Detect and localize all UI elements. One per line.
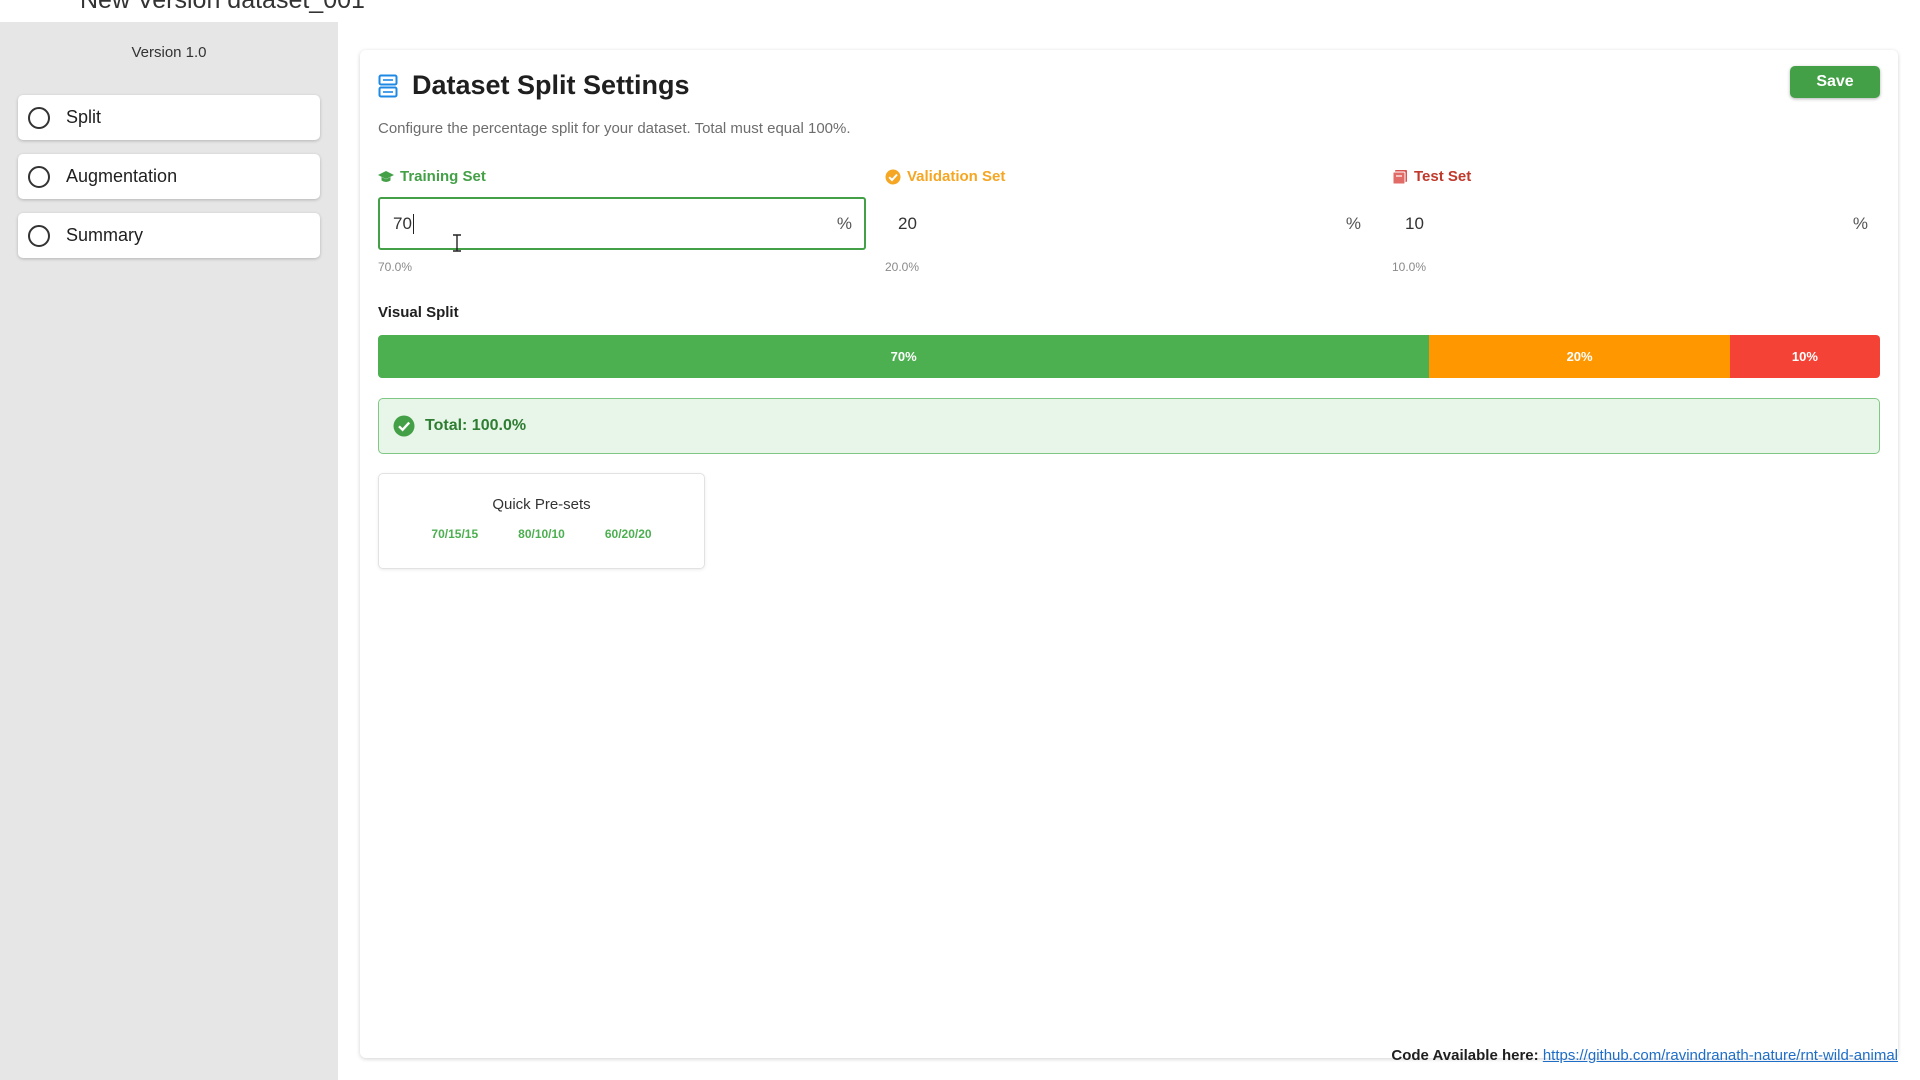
test-set-label: Test Set — [1392, 168, 1880, 185]
footer-label: Code Available here: — [1391, 1047, 1539, 1064]
training-set-hint: 70.0% — [378, 260, 413, 274]
test-set-field: Test Set 10 % 10.0% — [1392, 168, 1880, 274]
check-circle-icon — [393, 415, 415, 437]
sidebar-item-label: Augmentation — [66, 166, 178, 186]
quick-presets: Quick Pre-sets 70/15/15 80/10/10 60/20/2… — [378, 473, 705, 569]
field-label-text: Test Set — [1414, 168, 1472, 185]
training-set-label: Training Set — [378, 168, 866, 185]
sidebar-item-label: Split — [66, 107, 102, 127]
card-header: Dataset Split Settings — [378, 70, 690, 101]
save-button[interactable]: Save — [1790, 66, 1880, 98]
input-value: 10 — [1405, 213, 1424, 233]
window-title: New Version dataset_001 — [80, 0, 365, 14]
field-label-text: Training Set — [400, 168, 486, 185]
radio-icon[interactable] — [28, 106, 50, 129]
validation-set-field: Validation Set 20 % 20.0% — [885, 168, 1373, 274]
code-link[interactable]: https://github.com/ravindranath-nature/r… — [1543, 1047, 1898, 1064]
percent-unit: % — [836, 213, 852, 233]
split-segment-validation: 20% — [1429, 335, 1730, 378]
text-cursor-icon — [453, 234, 461, 252]
footer: Code Available here: https://github.com/… — [1391, 1047, 1898, 1064]
total-status: Total: 100.0% — [378, 398, 1880, 454]
test-set-hint: 10.0% — [1392, 260, 1427, 274]
split-segment-training: 70% — [378, 335, 1430, 378]
input-value: 70 — [393, 213, 412, 233]
sidebar: Version 1.0 Split Augmentation Summary — [0, 22, 338, 1080]
presets-row: 70/15/15 80/10/10 60/20/20 — [379, 527, 704, 541]
radio-icon[interactable] — [28, 224, 50, 247]
sidebar-item-summary[interactable]: Summary — [18, 213, 320, 258]
page-title: Dataset Split Settings — [412, 70, 690, 100]
presets-title: Quick Pre-sets — [492, 496, 591, 513]
preset-80-10-10-button[interactable]: 80/10/10 — [518, 527, 565, 541]
input-value: 20 — [898, 213, 917, 233]
book-icon — [1392, 169, 1407, 184]
validation-set-hint: 20.0% — [885, 260, 920, 274]
preset-60-20-20-button[interactable]: 60/20/20 — [605, 527, 652, 541]
database-icon — [378, 74, 398, 97]
settings-card: Dataset Split Settings Save Configure th… — [360, 50, 1898, 1058]
validation-set-label: Validation Set — [885, 168, 1373, 185]
test-set-input[interactable]: 10 % — [1392, 197, 1880, 250]
radio-icon[interactable] — [28, 165, 50, 188]
training-set-field: Training Set 70 % 70.0% — [378, 168, 866, 274]
text-caret — [412, 213, 414, 234]
field-label-text: Validation Set — [907, 168, 1006, 185]
check-circle-icon — [885, 169, 901, 184]
split-segment-test: 10% — [1729, 335, 1880, 378]
split-bar: 70% 20% 10% — [378, 335, 1880, 378]
sidebar-item-split[interactable]: Split — [18, 95, 320, 140]
graduation-cap-icon — [378, 170, 394, 182]
percent-unit: % — [1345, 213, 1361, 233]
validation-set-input[interactable]: 20 % — [885, 197, 1373, 250]
sidebar-item-augmentation[interactable]: Augmentation — [18, 154, 320, 199]
total-label: Total: 100.0% — [425, 417, 527, 434]
sidebar-nav: Split Augmentation Summary — [0, 95, 338, 258]
preset-70-15-15-button[interactable]: 70/15/15 — [431, 527, 478, 541]
sidebar-item-label: Summary — [66, 225, 144, 245]
page-description: Configure the percentage split for your … — [378, 120, 851, 137]
version-label: Version 1.0 — [131, 44, 207, 61]
percent-unit: % — [1852, 213, 1868, 233]
visual-split-title: Visual Split — [378, 304, 459, 321]
